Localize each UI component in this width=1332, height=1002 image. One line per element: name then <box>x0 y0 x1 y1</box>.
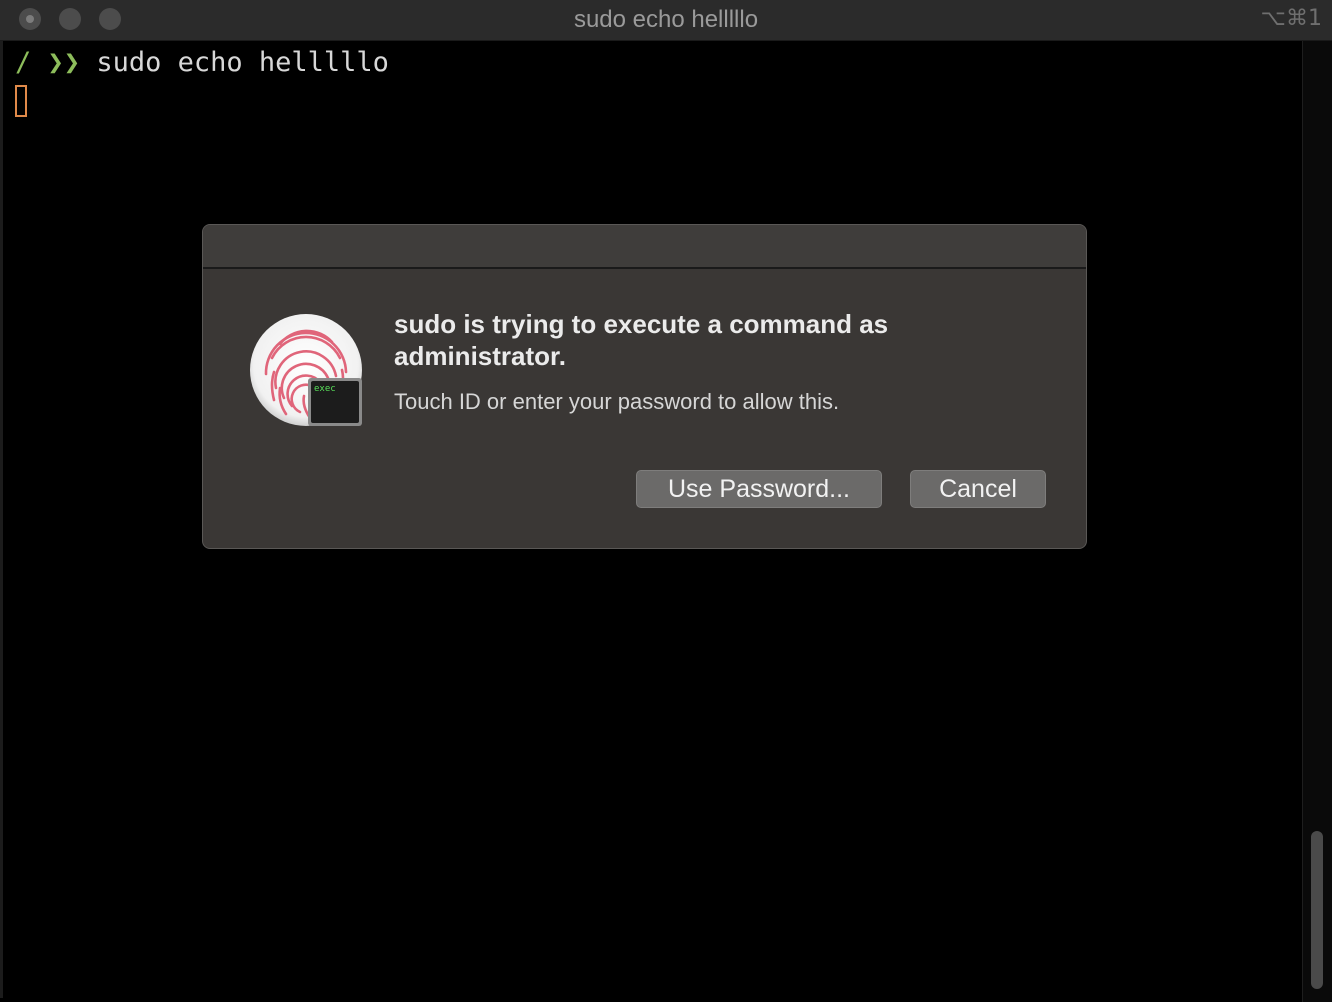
title-bar[interactable]: sudo echo helllllo ⌥⌘1 <box>0 0 1332 41</box>
touch-id-fingerprint-icon: exec <box>250 314 364 428</box>
window-title: sudo echo helllllo <box>573 6 759 33</box>
prompt-arrows-icon: ❯❯ <box>47 47 81 78</box>
terminal-cursor <box>15 85 27 117</box>
dialog-heading: sudo is trying to execute a command as a… <box>394 309 889 371</box>
dialog-message: Touch ID or enter your password to allow… <box>394 389 840 414</box>
terminal-exec-icon: exec <box>308 378 362 426</box>
use-password-button[interactable]: Use Password... <box>636 470 882 508</box>
terminal-window: sudo echo helllllo ⌥⌘1 / ❯❯ sudo echo he… <box>0 0 1332 1002</box>
window-shortcut: ⌥⌘1 <box>1260 6 1322 31</box>
dialog-header <box>203 225 1086 269</box>
exec-badge-text: exec <box>314 384 336 394</box>
touch-id-dialog: exec sudo is trying to execute a command… <box>202 224 1087 549</box>
cancel-button[interactable]: Cancel <box>910 470 1046 508</box>
prompt-path: / <box>15 47 32 78</box>
prompt-line: / ❯❯ sudo echo helllllo <box>15 47 389 78</box>
scrollbar-track[interactable] <box>1302 41 1332 1002</box>
command-text: sudo echo helllllo <box>96 47 389 78</box>
scrollbar-thumb[interactable] <box>1311 831 1323 989</box>
